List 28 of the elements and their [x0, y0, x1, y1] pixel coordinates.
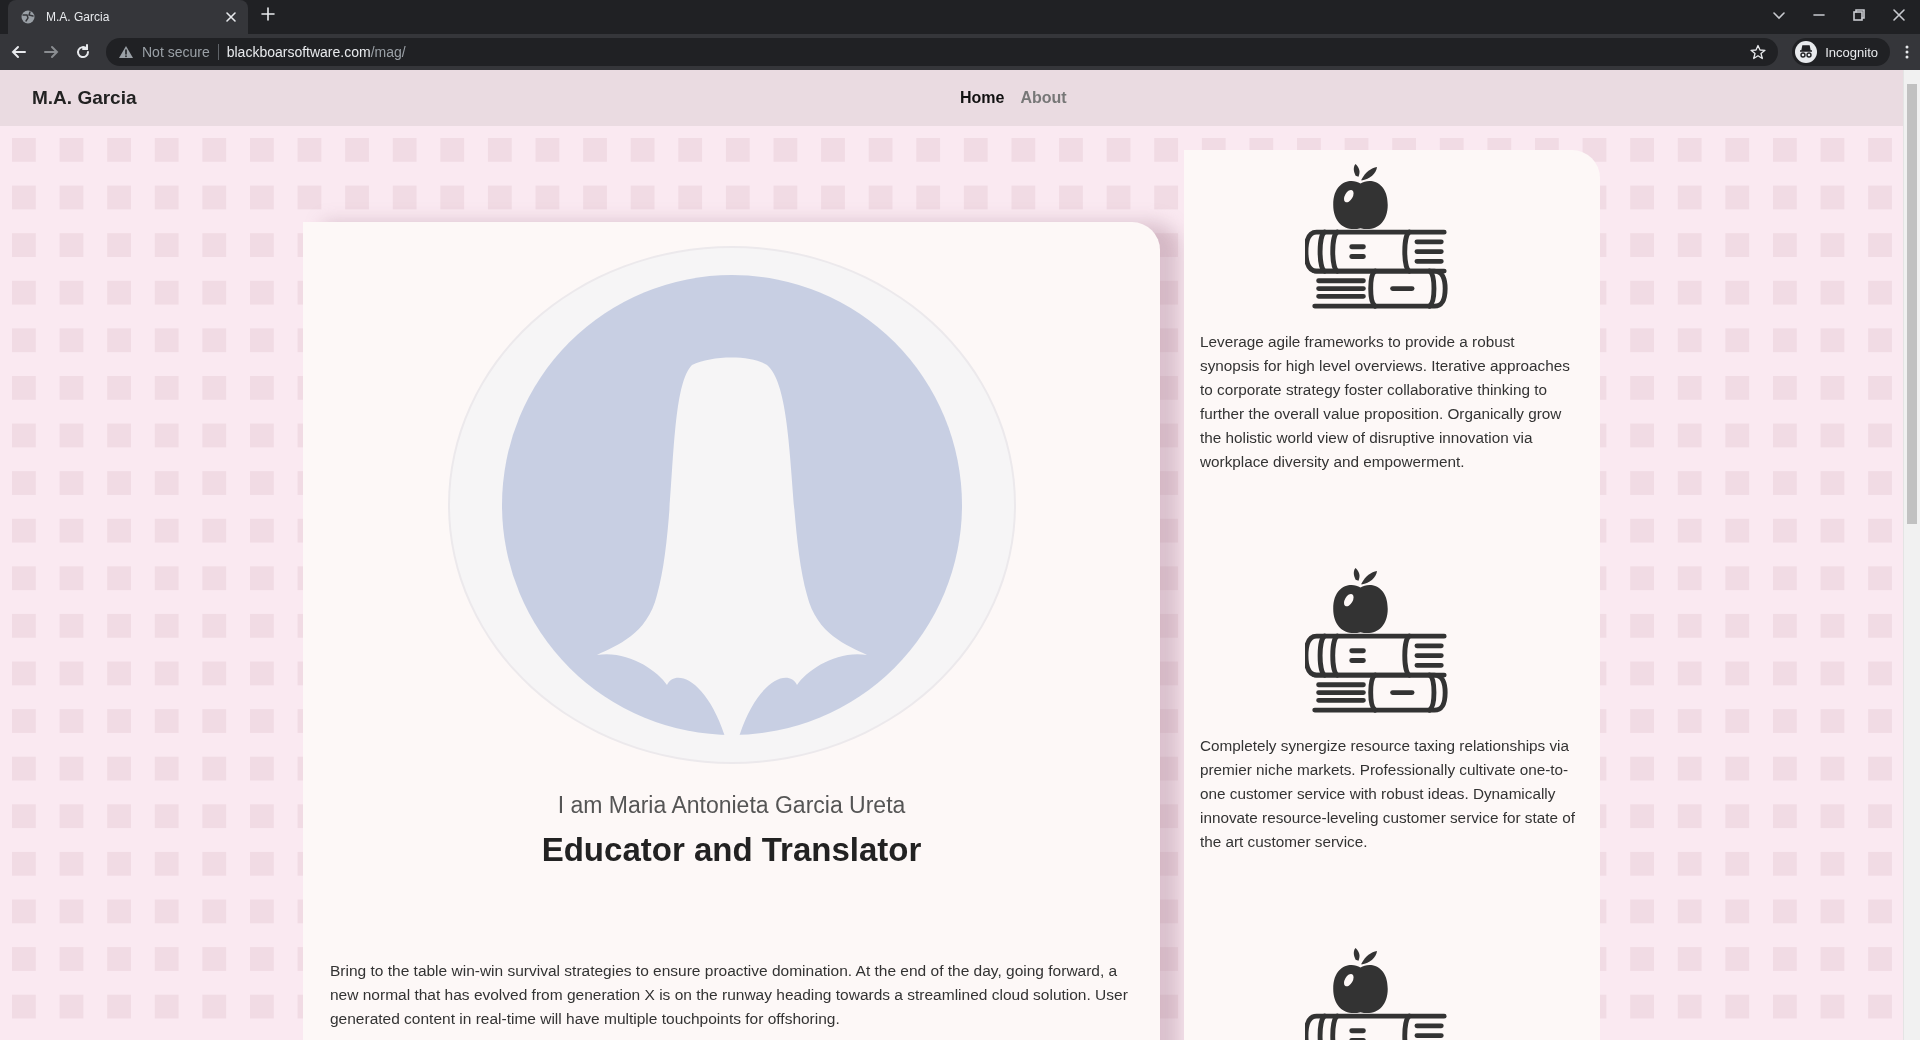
- bio-paragraph: Bring to the table win-win survival strategies to ensure proactive domination. At the end of the day, going forward, a new normal that has evolved from generation X is on the runway heading towards a streamlined cloud solution. User generated content in real-time will have multiple touchpoints for offshoring.: [330, 961, 1129, 1029]
- incognito-icon: [1795, 41, 1818, 63]
- tab-title: M.A. Garcia: [46, 10, 111, 24]
- reload-icon[interactable]: [74, 43, 92, 61]
- apple-on-books-icon: [1305, 566, 1451, 716]
- feature-text: Completely synergize resource taxing relationships via premier niche markets. Professionally cultivate one-to-one customer service with robust ideas. Dynamically innovate resource-leveling customer service for state of the art customer service.: [1200, 736, 1576, 852]
- close-icon[interactable]: [1892, 8, 1906, 22]
- browser-tab[interactable]: M.A. Garcia: [8, 0, 248, 34]
- warning-icon[interactable]: [118, 44, 134, 60]
- star-icon[interactable]: [1750, 44, 1767, 60]
- close-icon[interactable]: [224, 10, 238, 24]
- security-label: Not secure: [142, 44, 210, 60]
- feature-text: Leverage agile frameworks to provide a robust synopsis for high level overviews. Iterative approaches to corporate strategy foster collaborative thinking to further the overall value proposition. Organically grow the holistic world view of disruptive innovation via workplace diversity and empowerment.: [1200, 332, 1571, 472]
- address-bar[interactable]: Not secure blackboarsoftware.com/mag/: [106, 38, 1779, 66]
- back-icon[interactable]: [10, 43, 28, 61]
- apple-on-books-icon: [1305, 162, 1451, 312]
- intro-text: I am Maria Antonieta Garcia Ureta: [557, 792, 906, 819]
- restore-icon[interactable]: [1852, 8, 1866, 22]
- globe-icon[interactable]: [20, 9, 36, 25]
- nav-link[interactable]: Home: [960, 89, 1005, 107]
- profile-title: Educator and Translator: [541, 831, 922, 869]
- scrollbar[interactable]: [1903, 70, 1920, 1040]
- forward-icon[interactable]: [42, 43, 60, 61]
- site-brand[interactable]: M.A. Garcia: [32, 87, 960, 109]
- url-text: blackboarsoftware.com/mag/: [226, 44, 406, 60]
- more-icon[interactable]: [1904, 44, 1910, 60]
- plus-icon[interactable]: [260, 6, 276, 22]
- profile-button[interactable]: Incognito: [1792, 38, 1890, 66]
